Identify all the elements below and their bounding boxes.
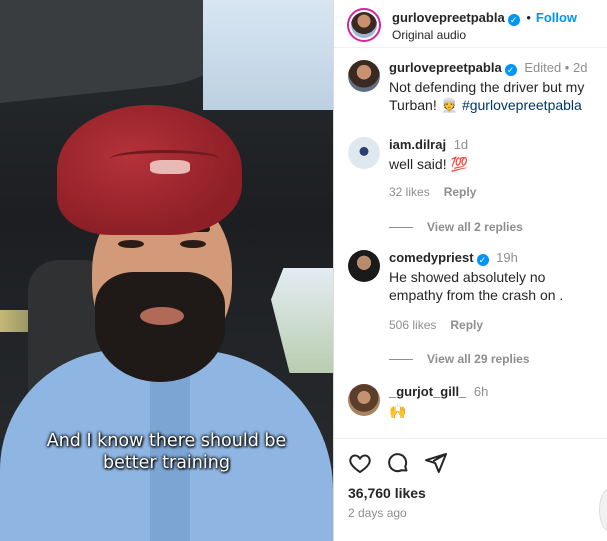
view-replies-button[interactable]: View all 29 replies — [389, 352, 530, 366]
reel-video[interactable]: And I know there should be better traini… — [0, 0, 333, 541]
comment-text: He showed absolutely no empathy from the… — [389, 269, 564, 303]
commenter-avatar[interactable] — [348, 250, 380, 282]
comment-time: 6h — [473, 384, 489, 399]
follow-button[interactable]: Follow — [536, 10, 577, 25]
comment-time: 1d — [453, 137, 469, 152]
commenter-avatar[interactable] — [348, 60, 380, 92]
car-window — [203, 0, 333, 110]
likes-count[interactable]: 36,760 likes — [348, 485, 426, 501]
comment-likes[interactable]: 506 likes — [389, 318, 436, 332]
commenter-avatar[interactable] — [348, 137, 380, 169]
original-audio-link[interactable]: Original audio — [392, 28, 466, 42]
comment-header: gurlovepreetpabla ✓ Edited • 2d — [389, 60, 587, 76]
post-header: gurlovepreetpabla ✓ • Follow Original audi… — [334, 0, 607, 48]
person-mouth — [140, 307, 184, 325]
separator-dot: • — [526, 10, 531, 25]
comment-meta: 506 likes Reply — [389, 318, 497, 332]
verified-badge-icon: ✓ — [476, 254, 489, 266]
verified-badge-icon: ✓ — [504, 64, 517, 76]
comment-username[interactable]: iam.dilraj — [389, 137, 446, 152]
commenter-avatar[interactable] — [348, 384, 380, 416]
person-eye — [180, 240, 206, 248]
car-rear-window — [271, 268, 333, 373]
hashtag-link[interactable]: #gurlovepreetpabla — [462, 97, 582, 113]
post-date[interactable]: 2 days ago — [348, 506, 407, 520]
comment-header: comedypriest ✓ 19h — [389, 250, 518, 266]
comment-meta: 32 likes Reply — [389, 185, 490, 199]
view-replies-button[interactable]: View all 2 replies — [389, 220, 523, 234]
person-eye — [118, 240, 144, 248]
comment-username[interactable]: _gurjot_gill_ — [389, 384, 466, 399]
verified-badge-icon: ✓ — [507, 14, 520, 26]
comment-icon[interactable] — [386, 451, 410, 477]
reply-button[interactable]: Reply — [444, 185, 477, 199]
comment-text: Not defending the driver but my Turban! … — [389, 78, 599, 114]
comment-time: 19h — [496, 250, 518, 265]
comments-panel: gurlovepreetpabla ✓ • Follow Original audi… — [333, 0, 607, 541]
author-avatar[interactable] — [347, 8, 381, 42]
action-icons — [348, 451, 448, 477]
share-icon[interactable] — [424, 451, 448, 477]
turban-patka — [150, 160, 190, 174]
comment-likes[interactable]: 32 likes — [389, 185, 430, 199]
comment-header: _gurjot_gill_ 6h — [389, 384, 488, 399]
header-row: gurlovepreetpabla ✓ • Follow — [392, 10, 577, 26]
comment-text: well said! 💯 — [389, 156, 468, 172]
comment-header: iam.dilraj 1d — [389, 137, 468, 152]
reply-button[interactable]: Reply — [450, 318, 483, 332]
video-caption: And I know there should be better traini… — [0, 430, 333, 474]
comment-username[interactable]: comedypriest — [389, 250, 474, 265]
comment-time: Edited • 2d — [524, 60, 588, 75]
comment-username[interactable]: gurlovepreetpabla — [389, 60, 502, 75]
caption-line: better training — [103, 453, 230, 473]
caption-line: And I know there should be — [46, 431, 287, 451]
person-beard — [95, 272, 225, 382]
post-actions-footer: 36,760 likes 2 days ago — [334, 438, 607, 541]
heart-icon[interactable] — [348, 451, 372, 477]
author-username[interactable]: gurlovepreetpabla — [392, 10, 505, 25]
comment-text: 🙌 — [389, 403, 407, 419]
